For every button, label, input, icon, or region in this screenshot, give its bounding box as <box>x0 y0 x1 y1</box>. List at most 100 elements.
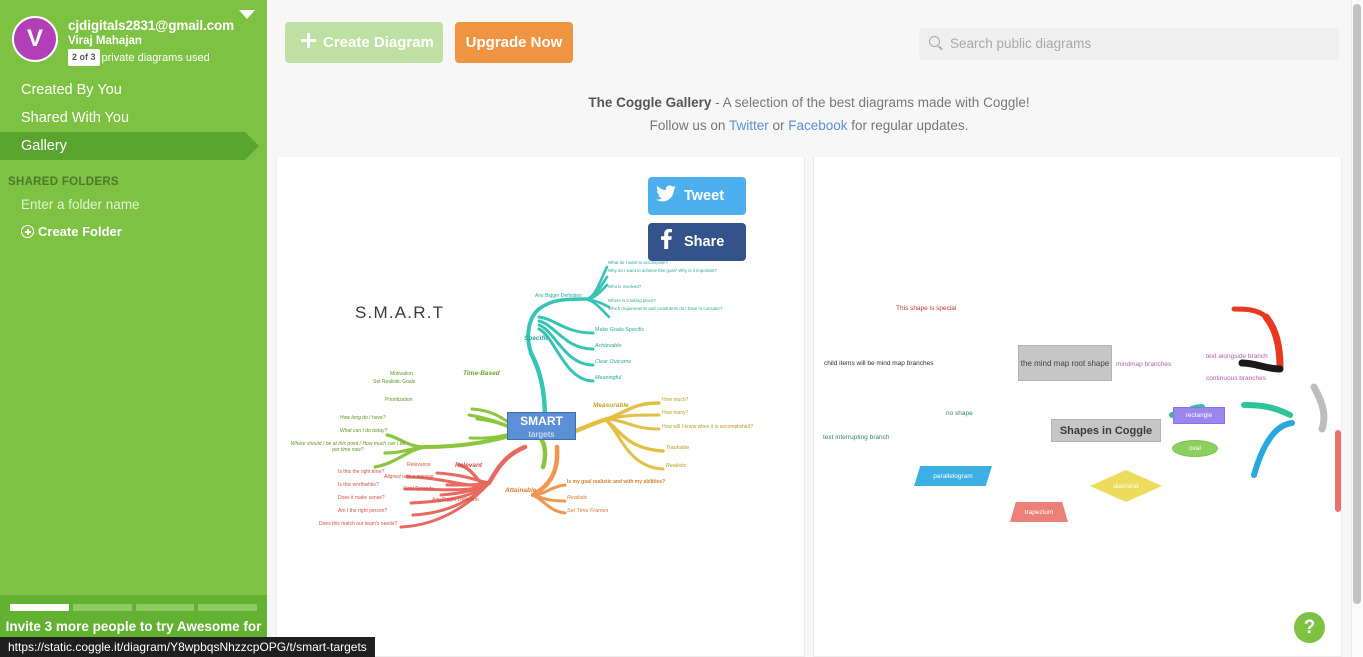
sidebar-item-label: Created By You <box>21 82 122 98</box>
smart-root-label: SMART <box>520 414 563 428</box>
sidebar-item-created-by-you[interactable]: Created By You <box>0 76 267 104</box>
search-input[interactable]: Search public diagrams <box>919 28 1339 60</box>
create-diagram-button[interactable]: Create Diagram <box>285 22 443 63</box>
shapes-label-no-shape: no shape <box>946 410 973 417</box>
facebook-link[interactable]: Facebook <box>788 118 847 133</box>
status-bar-url: https://static.coggle.it/diagram/Y8wpbqs… <box>0 637 375 657</box>
follow-suffix: for regular updates. <box>847 118 969 133</box>
main-content: Create Diagram Upgrade Now Search public… <box>267 0 1351 657</box>
smart-leaf: Realistic <box>666 463 687 469</box>
shapes-title-node[interactable]: Shapes in Coggle <box>1051 419 1161 442</box>
smart-leaf: Why do I want to achieve this goal? Why … <box>608 268 717 273</box>
create-diagram-label: Create Diagram <box>323 34 434 51</box>
smart-leaf: How much? <box>662 397 689 403</box>
smart-root-node[interactable]: SMART targets <box>507 412 576 440</box>
gallery-title: The Coggle Gallery <box>588 95 712 110</box>
smart-leaf: Realistic <box>567 495 588 501</box>
smart-diagram-thumbnail[interactable] <box>277 157 804 656</box>
account-block[interactable]: V cjdigitals2831@gmail.com Viraj Mahajan… <box>0 0 267 76</box>
create-folder-button[interactable]: Create Folder <box>0 224 267 239</box>
smart-leaf: Make Goals Specific <box>595 327 645 333</box>
active-tab-arrow <box>245 132 259 160</box>
shapes-diagram-thumbnail[interactable] <box>814 157 1341 656</box>
smart-leaf: How long do I have? <box>340 415 386 421</box>
sidebar: V cjdigitals2831@gmail.com Viraj Mahajan… <box>0 0 267 657</box>
gallery-header: The Coggle Gallery - A selection of the … <box>267 85 1351 137</box>
smart-leaf: How many? <box>662 410 689 416</box>
shape-diamond[interactable]: diamond <box>1090 470 1162 502</box>
smart-leaf: Prioritization <box>385 397 413 403</box>
smart-leaf: Does it make sense? <box>338 495 385 501</box>
shared-folders-heading: SHARED FOLDERS <box>8 176 119 188</box>
account-email: cjdigitals2831@gmail.com <box>68 18 235 33</box>
shapes-label-continuous: continuous branches <box>1206 375 1266 382</box>
toolbar: Create Diagram Upgrade Now Search public… <box>267 0 1351 85</box>
shapes-label-text-alongside: text alongside branch <box>1206 353 1268 360</box>
shapes-root-node[interactable]: the mind map root shape <box>1018 345 1112 381</box>
search-icon <box>929 36 940 47</box>
smart-leaf: Is this the right time? <box>338 469 385 475</box>
smart-leaf: Goal Spreads <box>403 486 434 492</box>
shapes-label-special: This shape is special <box>896 305 957 312</box>
smart-leaf: Is my goal realistic and with my abiliti… <box>567 479 666 485</box>
plus-icon <box>301 33 316 48</box>
smart-leaf: Meaningful <box>595 375 622 381</box>
smart-leaf: What do I want to accomplish? <box>608 260 668 265</box>
smart-leaf: Who is involved? <box>608 284 642 289</box>
quota-badge: 2 of 3 <box>68 49 100 66</box>
gallery-subtitle: - A selection of the best diagrams made … <box>711 95 1030 110</box>
plus-circle-icon <box>21 225 34 238</box>
smart-leaf: Motivation <box>390 371 413 377</box>
smart-branch-time-based: Time-Based <box>463 370 500 377</box>
shape-rectangle[interactable]: rectangle <box>1173 407 1225 424</box>
smart-root-sublabel: targets <box>528 429 555 439</box>
smart-leaf: Any Bigger Definition <box>535 293 582 299</box>
quota-text: private diagrams used <box>101 52 210 64</box>
smart-leaf: Any Bigger Definition <box>432 497 479 503</box>
sidebar-item-shared-with-you[interactable]: Shared With You <box>0 104 267 132</box>
smart-leaf: Achievable <box>595 343 622 349</box>
shape-parallelogram[interactable]: parallelogram <box>914 466 992 486</box>
smart-branch-attainable: Attainable <box>505 487 537 494</box>
upgrade-now-button[interactable]: Upgrade Now <box>455 22 573 63</box>
chevron-down-icon[interactable] <box>239 10 255 19</box>
smart-leaf: Am I the right person? <box>338 508 388 514</box>
shape-trapezium[interactable]: trapezium <box>1010 502 1068 522</box>
account-name: Viraj Mahajan <box>68 35 142 47</box>
progress-segment <box>72 604 132 611</box>
sidebar-item-label: Gallery <box>21 138 67 154</box>
smart-leaf: Which requirements and constraints do I … <box>608 306 723 311</box>
progress-segment <box>198 604 257 611</box>
gallery-card-shapes[interactable]: the mind map root shape Shapes in Coggle… <box>813 157 1342 657</box>
smart-leaf: How will I know when it is accomplished? <box>662 424 754 430</box>
shapes-label-text-interrupting: text interrupting branch <box>823 434 890 441</box>
sidebar-item-gallery[interactable]: Gallery <box>0 132 259 160</box>
gallery-follow-line: Follow us on Twitter or Facebook for reg… <box>267 114 1351 137</box>
smart-leaf: Set Time Frames <box>567 508 609 514</box>
shape-rectangle-label: rectangle <box>1185 412 1213 419</box>
smart-leaf: Set Realistic Goals <box>373 379 416 385</box>
avatar: V <box>12 16 58 62</box>
shape-parallelogram-label: parallelogram <box>933 472 973 480</box>
shapes-root-label: Shapes in Coggle <box>1059 424 1153 437</box>
smart-leaf: Does this match our team's needs? <box>319 521 398 527</box>
invite-progress <box>0 604 267 611</box>
smart-leaf: Where should I be at this point / How mu… <box>290 441 406 453</box>
follow-prefix: Follow us on <box>649 118 729 133</box>
smart-leaf: Aligned with a mission <box>384 474 434 480</box>
smart-branch-measurable: Measurable <box>593 402 629 409</box>
page-scrollbar-track[interactable] <box>1351 0 1363 657</box>
smart-branch-specific: Specific <box>524 335 549 342</box>
smart-leaf: Trackable <box>666 445 690 451</box>
shape-oval[interactable]: oval <box>1172 440 1218 457</box>
smart-leaf: Where is it taking place? <box>608 298 656 303</box>
shapes-label-mindmap-branches: mindmap branches <box>1116 361 1172 368</box>
progress-segment <box>10 604 69 611</box>
twitter-link[interactable]: Twitter <box>729 118 769 133</box>
folder-name-input[interactable]: Enter a folder name <box>0 197 267 212</box>
create-folder-label: Create Folder <box>38 224 122 239</box>
help-button[interactable]: ? <box>1294 612 1325 643</box>
gallery-card-smart[interactable]: Tweet Share S.M.A.R.T SMART targets Time… <box>276 157 805 657</box>
shapes-label-child-items: child items will be mind map branches <box>824 360 934 367</box>
page-scrollbar-thumb[interactable] <box>1353 4 1361 604</box>
